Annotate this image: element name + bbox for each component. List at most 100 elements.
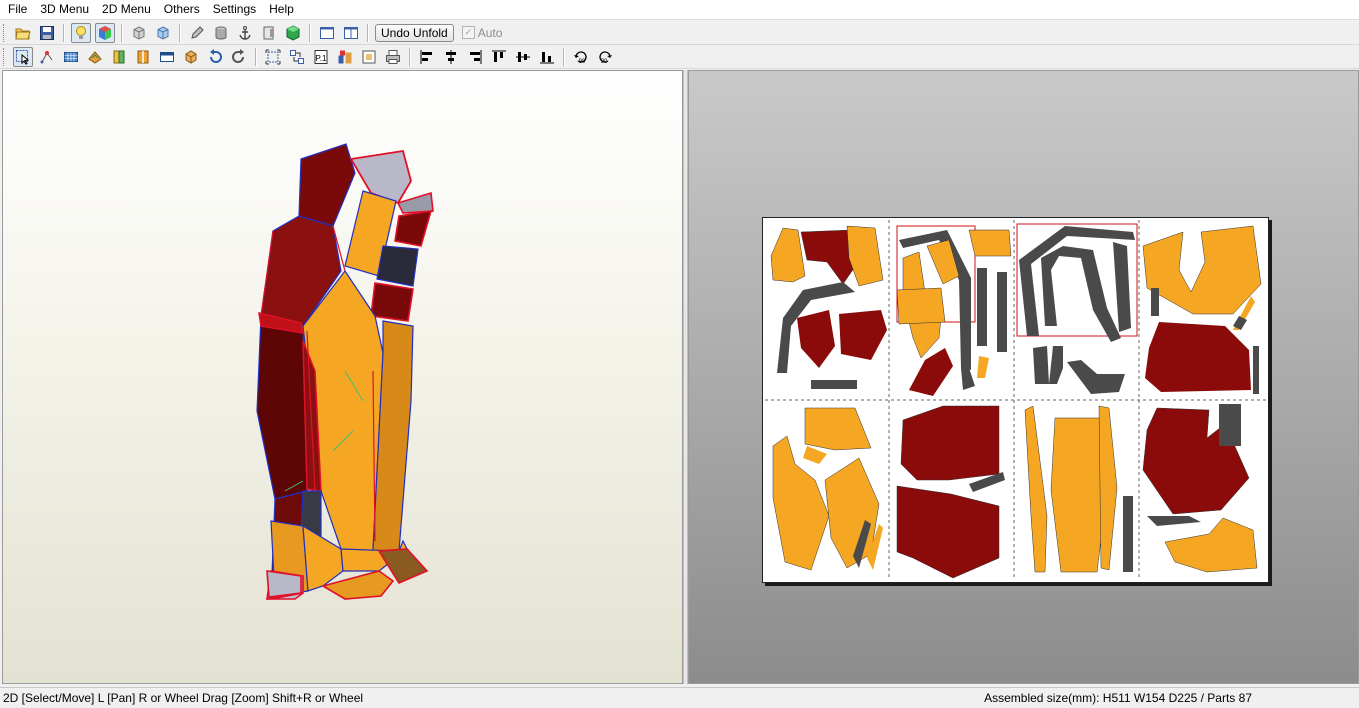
part-piece bbox=[896, 485, 1000, 579]
part-piece bbox=[1219, 404, 1241, 446]
auto-checkbox[interactable]: ✓ bbox=[461, 26, 475, 39]
cylinder-button[interactable] bbox=[211, 23, 231, 43]
menu-file[interactable]: File bbox=[0, 0, 32, 19]
align-bottom-icon bbox=[540, 51, 554, 63]
status-mode-hint: 2D [Select/Move] L [Pan] R or Wheel Drag… bbox=[3, 691, 364, 705]
view-2d[interactable] bbox=[688, 70, 1359, 684]
redo-tool[interactable] bbox=[229, 47, 249, 67]
anchor-button[interactable] bbox=[235, 23, 255, 43]
align-left-button[interactable] bbox=[417, 47, 437, 67]
window-single-icon bbox=[320, 26, 334, 39]
split-view-button[interactable] bbox=[341, 23, 361, 43]
part-piece bbox=[896, 287, 946, 325]
toolbar-top: Undo Unfold ✓ Auto bbox=[0, 21, 1359, 45]
part-piece bbox=[977, 268, 987, 346]
edit-edge-tool[interactable] bbox=[37, 47, 57, 67]
lightbulb-icon bbox=[76, 25, 86, 39]
model-face bbox=[370, 282, 414, 322]
grid-tool[interactable] bbox=[61, 47, 81, 67]
status-bar: 2D [Select/Move] L [Pan] R or Wheel Drag… bbox=[0, 687, 1359, 708]
texture-mapping-button[interactable] bbox=[283, 23, 303, 43]
rotate-ccw-90-button[interactable]: 90 bbox=[571, 47, 591, 67]
toolbar-bottom: P.1 90 90 bbox=[0, 45, 1359, 69]
svg-text:90: 90 bbox=[579, 59, 586, 65]
show-back-faces-button[interactable] bbox=[153, 23, 173, 43]
join-parts-icon bbox=[113, 50, 125, 63]
open-button[interactable] bbox=[13, 23, 33, 43]
toolbar-grip bbox=[3, 47, 7, 66]
rotate-part-tool[interactable] bbox=[181, 47, 201, 67]
lighting-toggle[interactable] bbox=[71, 22, 91, 43]
page-button[interactable] bbox=[259, 23, 279, 43]
part-box-icon bbox=[185, 49, 197, 64]
align-right-button[interactable] bbox=[465, 47, 485, 67]
print-button[interactable] bbox=[383, 47, 403, 67]
cylinder-icon bbox=[215, 26, 227, 40]
part-piece bbox=[839, 310, 887, 360]
flaps-icon bbox=[88, 50, 102, 64]
paper-sheet bbox=[762, 217, 1269, 583]
draw-mode-button[interactable] bbox=[187, 23, 207, 43]
save-button[interactable] bbox=[37, 23, 57, 43]
printer-icon bbox=[386, 49, 400, 64]
part-piece bbox=[770, 227, 806, 283]
move-tool[interactable] bbox=[157, 47, 177, 67]
select-move-tool[interactable] bbox=[13, 46, 33, 67]
align-middle-v-icon bbox=[516, 51, 530, 62]
toolbar-separator bbox=[563, 47, 565, 66]
part-piece bbox=[1041, 246, 1121, 342]
menu-3d[interactable]: 3D Menu bbox=[32, 0, 94, 19]
single-view-button[interactable] bbox=[317, 23, 337, 43]
undo-tool[interactable] bbox=[205, 47, 225, 67]
part-piece bbox=[1147, 516, 1201, 526]
part-piece bbox=[1098, 405, 1118, 571]
align-top-button[interactable] bbox=[489, 47, 509, 67]
align-center-h-button[interactable] bbox=[441, 47, 461, 67]
toolbar-separator bbox=[63, 23, 65, 42]
texture-toggle[interactable] bbox=[95, 22, 115, 43]
menu-settings[interactable]: Settings bbox=[205, 0, 261, 19]
window-split-icon bbox=[344, 26, 358, 39]
show-faces-button[interactable] bbox=[129, 23, 149, 43]
toolbar-separator bbox=[255, 47, 257, 66]
svg-text:P.1: P.1 bbox=[316, 54, 328, 63]
page-number-icon: P.1 bbox=[314, 49, 328, 64]
svg-text:90: 90 bbox=[601, 59, 608, 65]
page-number-button[interactable]: P.1 bbox=[311, 47, 331, 67]
arrange-parts-button[interactable] bbox=[287, 47, 307, 67]
model-face bbox=[376, 245, 419, 287]
auto-option[interactable]: ✓ Auto bbox=[461, 26, 502, 40]
join-tool[interactable] bbox=[109, 47, 129, 67]
toolbar-separator bbox=[309, 23, 311, 42]
align-left-icon bbox=[420, 49, 432, 64]
flaps-tool[interactable] bbox=[85, 47, 105, 67]
page-icon bbox=[263, 26, 274, 39]
menu-bar: File 3D Menu 2D Menu Others Settings Hel… bbox=[0, 0, 1359, 20]
align-bottom-button[interactable] bbox=[537, 47, 557, 67]
print-preview-button[interactable] bbox=[359, 47, 379, 67]
align-center-h-icon bbox=[446, 49, 456, 64]
unfolded-parts bbox=[765, 220, 1266, 580]
undo-unfold-button[interactable]: Undo Unfold bbox=[375, 23, 454, 42]
menu-2d[interactable]: 2D Menu bbox=[94, 0, 156, 19]
menu-others[interactable]: Others bbox=[156, 0, 205, 19]
color-cube-icon bbox=[99, 25, 111, 40]
floppy-disk-icon bbox=[40, 25, 54, 40]
model-face bbox=[256, 315, 308, 500]
align-middle-v-button[interactable] bbox=[513, 47, 533, 67]
part-piece bbox=[1024, 405, 1048, 573]
pencil-icon bbox=[191, 25, 204, 39]
arrange-icon bbox=[290, 49, 304, 64]
model-face bbox=[349, 149, 412, 205]
anchor-icon bbox=[239, 25, 251, 40]
page-layout-button[interactable] bbox=[335, 47, 355, 67]
view-3d[interactable] bbox=[2, 70, 683, 684]
split-tool[interactable] bbox=[133, 47, 153, 67]
part-piece bbox=[1123, 496, 1133, 572]
part-piece bbox=[997, 272, 1007, 352]
fit-view-button[interactable] bbox=[263, 47, 283, 67]
part-piece bbox=[961, 368, 975, 390]
menu-help[interactable]: Help bbox=[261, 0, 299, 19]
rotate-cw-90-button[interactable]: 90 bbox=[595, 47, 615, 67]
window-move-icon bbox=[160, 51, 174, 62]
